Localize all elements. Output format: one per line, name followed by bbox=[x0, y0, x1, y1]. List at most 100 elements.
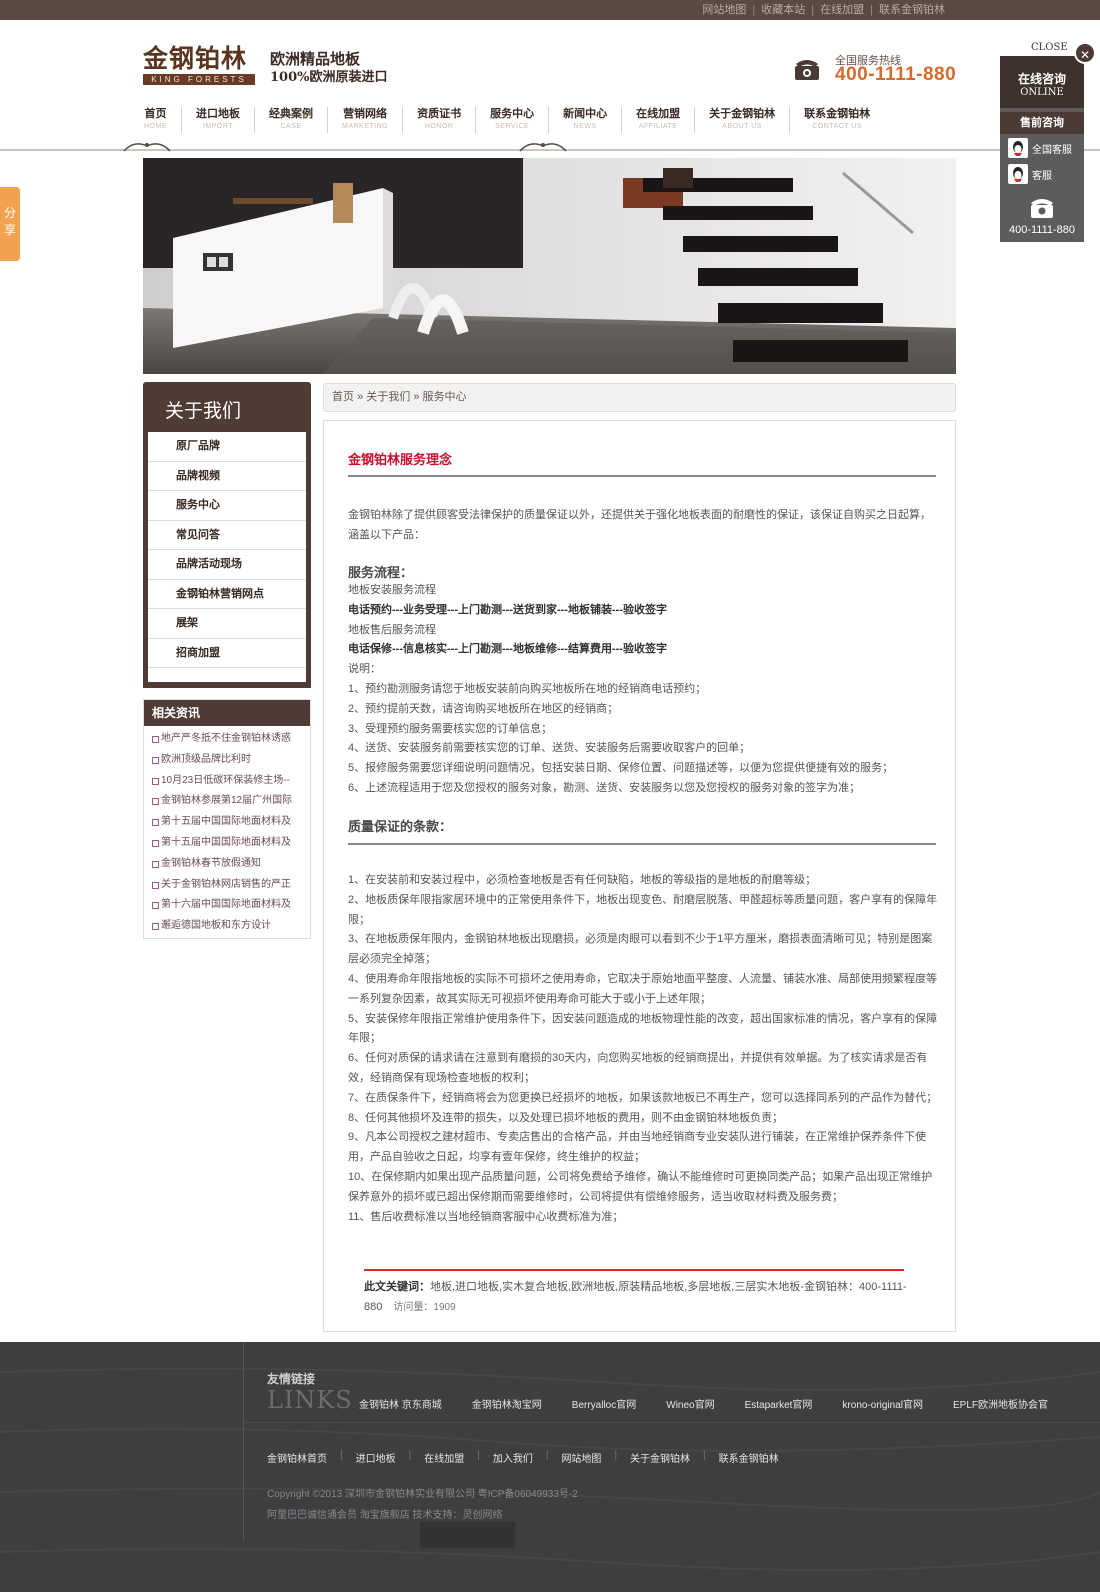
nav-label: 进口地板 bbox=[196, 108, 240, 120]
close-icon[interactable]: ✕ bbox=[1074, 42, 1096, 64]
close-label: CLOSE bbox=[1031, 42, 1068, 53]
share-button[interactable]: 分享 bbox=[0, 187, 20, 261]
qq-service-national[interactable]: 全国客服 bbox=[1000, 136, 1084, 160]
breadcrumb-current[interactable]: 服务中心 bbox=[423, 391, 467, 403]
sidebar-item-events[interactable]: 品牌活动现场 bbox=[148, 550, 306, 580]
footer-nav-sitemap[interactable]: 网站地图 bbox=[561, 1450, 601, 1465]
qq-service[interactable]: 客服 bbox=[1000, 162, 1084, 186]
list-item[interactable]: 第十五届中国国际地面材料及 bbox=[152, 812, 310, 833]
quality-item: 5、安装保修年限指正常维护使用条件下，因安装问题造成的地板物理性能的改变，超出国… bbox=[348, 1012, 938, 1045]
footer: 友情链接 LINKS 金钢铂林 京东商城 金钢铂林淘宝网 Berryalloc官… bbox=[0, 1342, 1100, 1592]
friend-link[interactable]: krono-original官网 bbox=[842, 1396, 923, 1411]
list-item[interactable]: 金钢铂林春节放假通知 bbox=[152, 854, 310, 875]
breadcrumb-parent[interactable]: 关于我们 bbox=[366, 391, 410, 403]
consult-header: 在线咨询 ONLINE bbox=[1000, 56, 1084, 108]
list-item[interactable]: 第十五届中国国际地面材料及 bbox=[152, 833, 310, 854]
footer-nav-contact[interactable]: 联系金钢铂林 bbox=[719, 1450, 779, 1465]
breadcrumb-separator: » bbox=[357, 391, 364, 403]
list-item[interactable]: 第十六届中国国际地面材料及 bbox=[152, 895, 310, 916]
friend-link[interactable]: Wineo官网 bbox=[666, 1396, 714, 1411]
nav-label: 在线加盟 bbox=[636, 108, 681, 120]
phone-icon bbox=[795, 60, 819, 80]
separator: | bbox=[703, 1450, 706, 1461]
nav-home[interactable]: 首页 HOME bbox=[130, 107, 181, 135]
slogan-line-2: 100%欧洲原装进口 bbox=[270, 70, 388, 85]
links-title: 友情链接 bbox=[267, 1372, 316, 1386]
breadcrumb-home[interactable]: 首页 bbox=[332, 391, 354, 403]
separator: | bbox=[545, 1450, 549, 1461]
article: 金钢铂林服务理念 金钢铂林除了提供顾客受法律保护的质量保证以外，还提供关于强化地… bbox=[323, 420, 956, 1332]
friend-link[interactable]: Berryalloc官网 bbox=[572, 1396, 636, 1411]
list-item[interactable]: 金钢铂林参展第12届广州国际 bbox=[152, 791, 310, 812]
list-item[interactable]: 10月23日低碳环保装修主场-- bbox=[152, 771, 310, 792]
footer-nav-join[interactable]: 加入我们 bbox=[493, 1450, 533, 1465]
sidebar-item-faq[interactable]: 常见问答 bbox=[148, 521, 306, 550]
nav-marketing[interactable]: 营销网络 MARKETING bbox=[328, 107, 402, 135]
sidebar-item-service[interactable]: 服务中心 bbox=[148, 491, 306, 521]
list-item[interactable]: 欧洲顶级品牌比利时 bbox=[152, 750, 310, 771]
footer-nav-import[interactable]: 进口地板 bbox=[356, 1450, 396, 1465]
sidebar-menu: 原厂品牌 品牌视频 服务中心 常见问答 品牌活动现场 金钢铂林营销网点 展架 招… bbox=[148, 432, 306, 682]
top-link-contact[interactable]: 联系金钢铂林 bbox=[879, 0, 945, 20]
friend-link[interactable]: 金钢铂林 京东商城 bbox=[359, 1396, 442, 1411]
nav-contact[interactable]: 联系金钢铂林 CONTACT US bbox=[790, 107, 884, 135]
process-line: 5、报修服务需要您详细说明问题情况，包括安装日期、保修位置、问题描述等，以便为您… bbox=[348, 762, 894, 775]
top-link-join[interactable]: 在线加盟 bbox=[820, 0, 864, 20]
sidebar-item-brand[interactable]: 原厂品牌 bbox=[148, 432, 306, 462]
nav-about[interactable]: 关于金钢铂林 ABOUT US bbox=[695, 107, 789, 135]
footer-block bbox=[420, 1522, 515, 1548]
friend-link[interactable]: EPLF欧洲地板协会官 bbox=[953, 1396, 1048, 1411]
nav-honor[interactable]: 资质证书 HONOR bbox=[403, 107, 475, 135]
sidebar: 关于我们 原厂品牌 品牌视频 服务中心 常见问答 品牌活动现场 金钢铂林营销网点… bbox=[143, 382, 311, 688]
consult-phone: 400-1111-880 bbox=[1008, 224, 1076, 236]
separator: | bbox=[811, 4, 815, 16]
keywords-label: 此文关键词： bbox=[364, 1281, 430, 1293]
related-news-list: 地产严冬抵不住金钢铂林诱惑 欧洲顶级品牌比利时 10月23日低碳环保装修主场--… bbox=[144, 726, 310, 937]
footer-nav-home[interactable]: 金钢铂林首页 bbox=[267, 1450, 327, 1465]
related-news-title: 相关资讯 bbox=[144, 700, 310, 726]
process-line: 2、预约提前天数，请咨询购买地板所在地区的经销商； bbox=[348, 702, 619, 715]
sidebar-item-display[interactable]: 展架 bbox=[148, 609, 306, 639]
nav-sublabel: SERVICE bbox=[495, 123, 530, 130]
slogan: 欧洲精品地板 100%欧洲原装进口 bbox=[270, 50, 388, 87]
quality-item: 1、在安装前和安装过程中，必须检查地板是否有任何缺陷，地板的等级指的是地板的耐磨… bbox=[348, 874, 817, 886]
breadcrumb: 首页 » 关于我们 » 服务中心 bbox=[323, 383, 956, 412]
friend-link[interactable]: 金钢铂林淘宝网 bbox=[472, 1396, 542, 1411]
logo-text: 金钢铂林 bbox=[143, 44, 248, 73]
top-link-sitemap[interactable]: 网站地图 bbox=[702, 0, 746, 20]
quality-item: 8、任何其他损坏及连带的损失，以及处理已损坏地板的费用，则不由金钢铂林地板负责； bbox=[348, 1111, 784, 1124]
process-line: 地板安装服务流程 bbox=[348, 584, 436, 596]
friend-link[interactable]: Estaparket官网 bbox=[745, 1396, 813, 1411]
footer-nav-about[interactable]: 关于金钢铂林 bbox=[630, 1450, 690, 1465]
list-item[interactable]: 关于金钢铂林网店销售的严正 bbox=[152, 875, 310, 896]
divider bbox=[348, 475, 936, 477]
hero-banner bbox=[143, 158, 956, 374]
nav-sublabel: CASE bbox=[280, 123, 302, 130]
sidebar-item-outlets[interactable]: 金钢铂林营销网点 bbox=[148, 580, 306, 609]
process-line: 电话预约---业务受理---上门勘测---送货到家---地板铺装---验收签字 bbox=[348, 603, 667, 616]
nav-service[interactable]: 服务中心 SERVICE bbox=[476, 107, 548, 135]
links-title-en: LINKS bbox=[267, 1386, 353, 1414]
logo[interactable]: 金钢铂林 KING FORESTS bbox=[143, 45, 261, 87]
nav-affiliate[interactable]: 在线加盟 AFFILIATE bbox=[622, 107, 694, 135]
list-item[interactable]: 邂逅德国地板和东方设计 bbox=[152, 916, 310, 937]
list-item[interactable]: 地产严冬抵不住金钢铂林诱惑 bbox=[152, 729, 310, 750]
quality-item: 2、地板质保年限指家居环境中的正常使用条件下，地板出现变色、耐磨层脱落、甲醛超标… bbox=[348, 893, 938, 926]
share-label: 分享 bbox=[4, 206, 17, 237]
online-consult-panel: 在线咨询 ONLINE 售前咨询 全国客服 客服 400-1111-880 CL… bbox=[1000, 42, 1096, 242]
sidebar-item-franchise[interactable]: 招商加盟 bbox=[148, 639, 306, 668]
top-link-bookmark[interactable]: 收藏本站 bbox=[761, 0, 805, 20]
separator: | bbox=[870, 4, 873, 16]
nav-label: 服务中心 bbox=[490, 108, 535, 120]
keywords-divider bbox=[364, 1269, 904, 1271]
qq-label: 全国客服 bbox=[1032, 144, 1072, 156]
sidebar-item-video[interactable]: 品牌视频 bbox=[148, 462, 306, 491]
process-line: 6、上述流程适用于您及您授权的服务对象，勘测、送货、安装服务以您及您授权的服务对… bbox=[348, 781, 861, 794]
nav-case[interactable]: 经典案例 CASE bbox=[255, 107, 327, 135]
process-line: 1、预约勘测服务请您于地板安装前向购买地板所在地的经销商电话预约； bbox=[348, 682, 707, 695]
footer-nav-affiliate[interactable]: 在线加盟 bbox=[424, 1450, 464, 1465]
nav-news[interactable]: 新闻中心 NEWS bbox=[549, 107, 621, 135]
ornament-icon bbox=[519, 143, 567, 152]
quality-item: 7、在质保条件下，经销商将会为您更换已经损坏的地板，如果该款地板已不再生产，您可… bbox=[348, 1091, 938, 1104]
nav-import[interactable]: 进口地板 IMPORT bbox=[182, 107, 254, 135]
